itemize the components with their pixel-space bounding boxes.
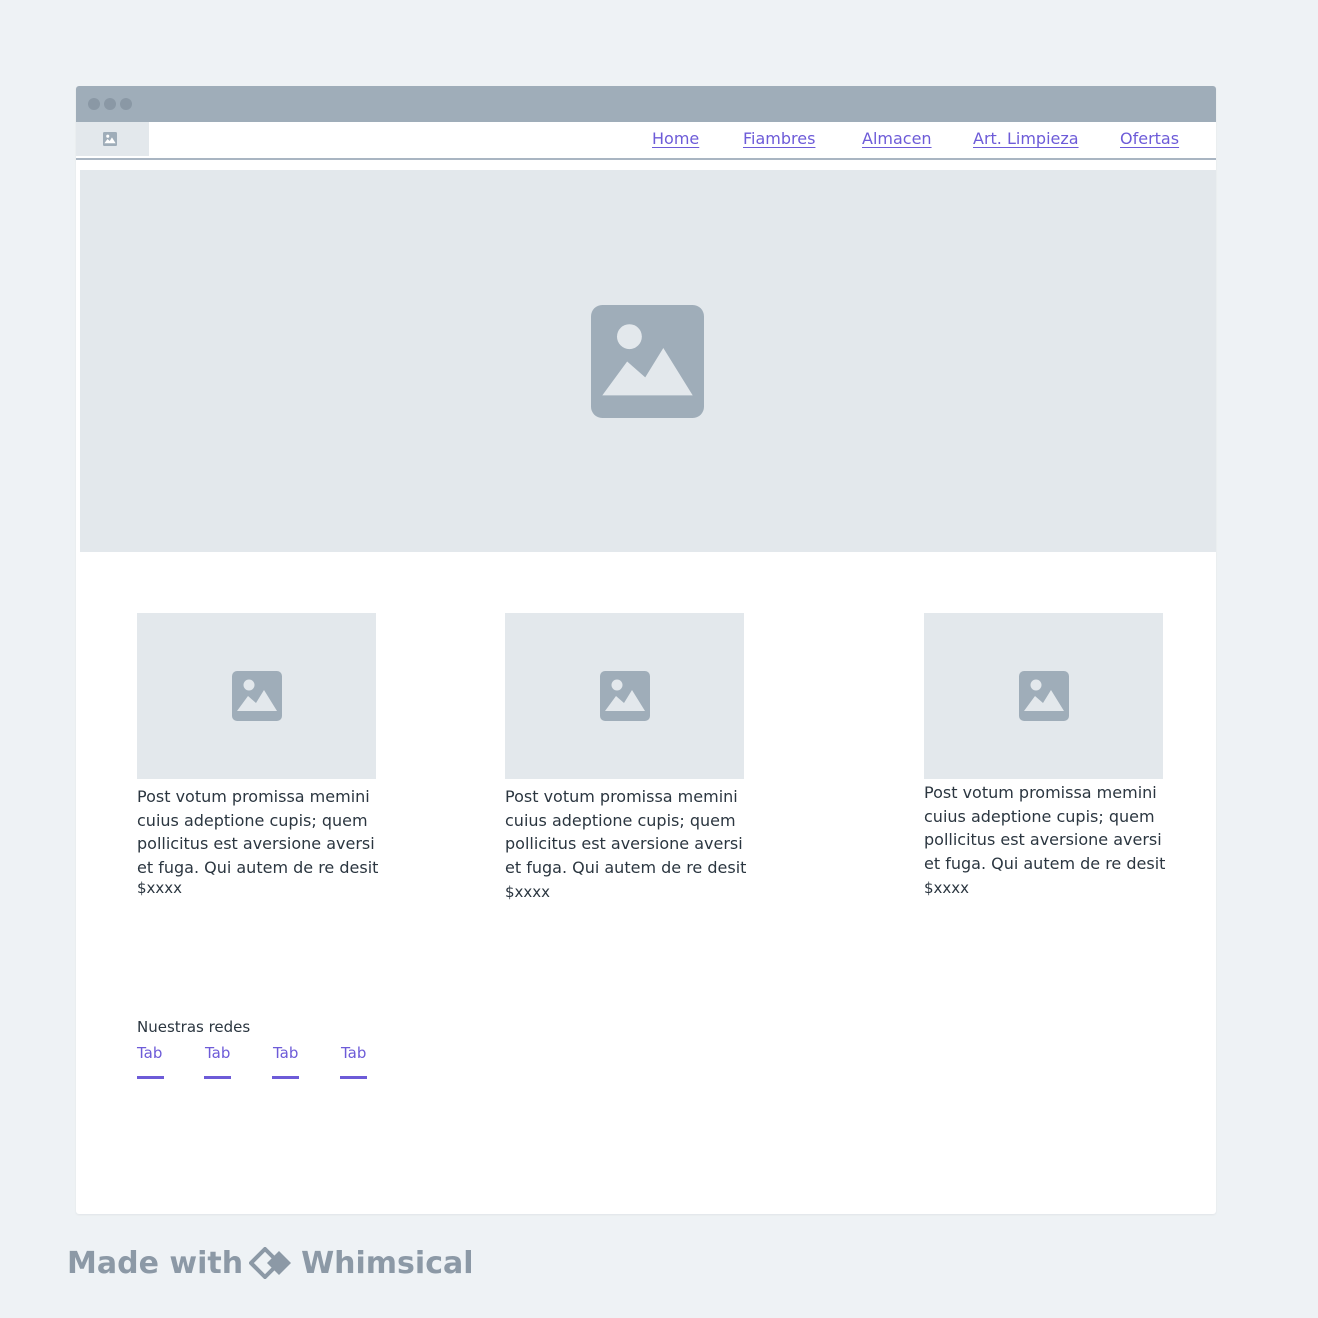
nav-link-art-limpieza[interactable]: Art. Limpieza bbox=[973, 129, 1079, 148]
social-tab[interactable]: Tab bbox=[205, 1044, 233, 1062]
image-icon bbox=[600, 671, 650, 721]
nav-link-home[interactable]: Home bbox=[652, 129, 699, 148]
tab-indicator bbox=[137, 1076, 164, 1079]
brand-name: Whimsical bbox=[301, 1246, 474, 1281]
navbar: Home Fiambres Almacen Art. Limpieza Ofer… bbox=[76, 122, 1216, 160]
product-description: Post votum promissa memini cuius adeptio… bbox=[137, 787, 379, 877]
social-tab[interactable]: Tab bbox=[341, 1044, 369, 1062]
window-dot-icon bbox=[104, 98, 116, 110]
hero-image bbox=[80, 170, 1216, 552]
image-icon bbox=[591, 305, 704, 418]
product-image bbox=[505, 613, 744, 779]
image-icon bbox=[103, 132, 117, 146]
product-price: $xxxx bbox=[137, 879, 183, 897]
product-image bbox=[137, 613, 376, 779]
nav-link-ofertas[interactable]: Ofertas bbox=[1120, 129, 1179, 148]
social-tab[interactable]: Tab bbox=[137, 1044, 165, 1062]
window-dot-icon bbox=[120, 98, 132, 110]
browser-window: Home Fiambres Almacen Art. Limpieza Ofer… bbox=[76, 86, 1216, 1214]
made-with-label: Made with bbox=[67, 1246, 244, 1281]
window-dot-icon bbox=[88, 98, 100, 110]
image-icon bbox=[1019, 671, 1069, 721]
logo[interactable] bbox=[76, 122, 149, 156]
product-image bbox=[924, 613, 1163, 779]
nav-link-fiambres[interactable]: Fiambres bbox=[743, 129, 815, 148]
nav-link-almacen[interactable]: Almacen bbox=[862, 129, 932, 148]
product-description: Post votum promissa memini cuius adeptio… bbox=[505, 787, 747, 877]
product-price: $xxxx bbox=[924, 879, 970, 897]
image-icon bbox=[232, 671, 282, 721]
product-price: $xxxx bbox=[505, 883, 551, 901]
social-heading: Nuestras redes bbox=[137, 1018, 251, 1036]
tab-indicator bbox=[204, 1076, 231, 1079]
social-tab[interactable]: Tab bbox=[273, 1044, 301, 1062]
window-titlebar bbox=[76, 86, 1216, 122]
diamond-logo-icon bbox=[249, 1246, 292, 1279]
made-with-whimsical[interactable]: Made with Whimsical bbox=[67, 1246, 474, 1283]
tab-indicator bbox=[340, 1076, 367, 1079]
product-description: Post votum promissa memini cuius adeptio… bbox=[924, 783, 1166, 873]
tab-indicator bbox=[272, 1076, 299, 1079]
